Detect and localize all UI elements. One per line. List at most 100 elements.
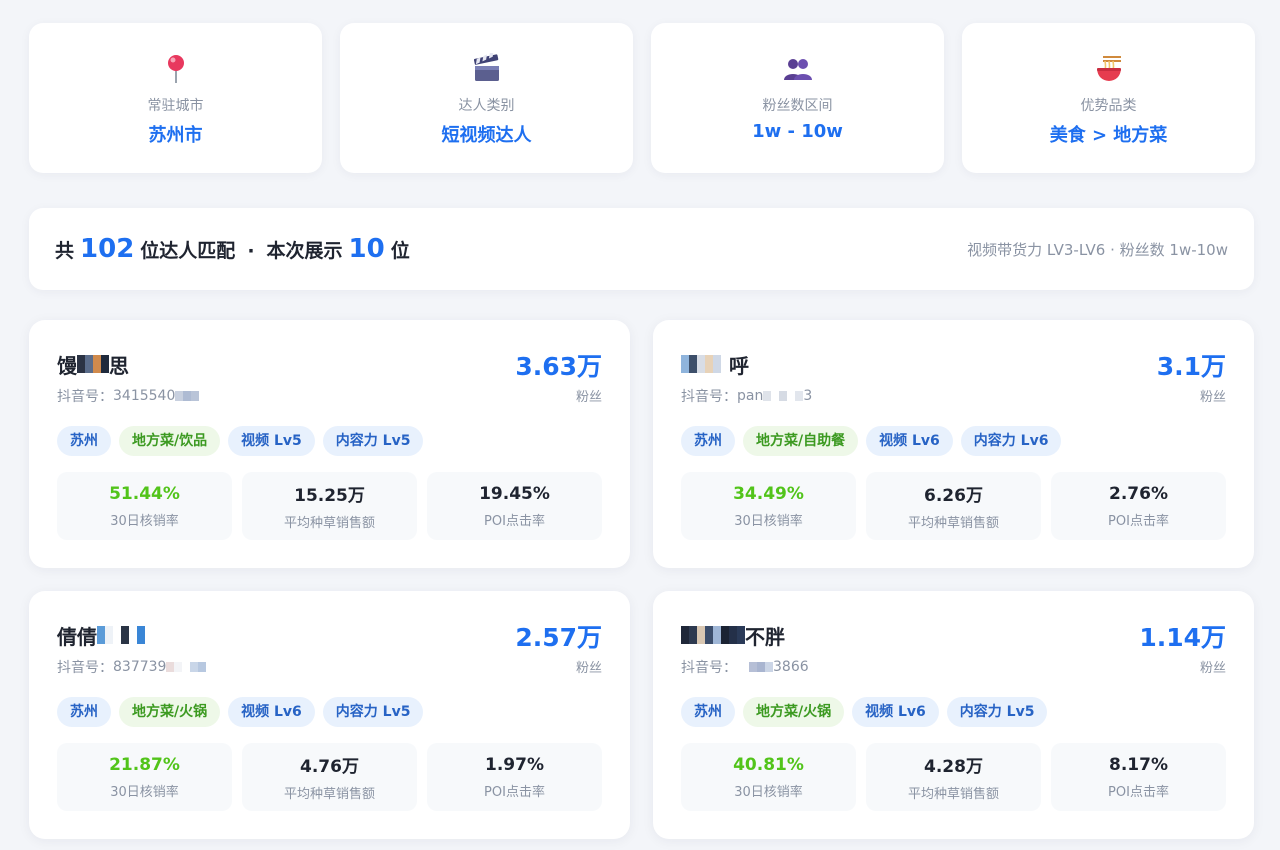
metric-value: 40.81% [733,754,804,775]
metric-list: 21.87% 30日核销率 4.76万 平均种草销售额 1.97% POI点击率 [57,743,602,811]
creator-card[interactable]: 呼 抖音号： pan 3 3.1万 粉丝 苏州 地方菜/自助餐 视频 Lv6 内… [653,320,1254,568]
fans-count: 1.14万 [1139,623,1226,652]
metric-value: 2.76% [1109,483,1168,504]
tag-video-level: 视频 Lv6 [852,697,939,727]
handle-label: 抖音号： [681,660,737,676]
metric-value: 51.44% [109,483,180,504]
clapperboard-icon [473,53,499,81]
metric-avg-sales: 15.25万 平均种草销售额 [242,472,417,540]
filter-label: 粉丝数区间 [762,98,833,114]
pushpin-icon [167,55,184,83]
tag-content-level: 内容力 Lv5 [322,697,424,727]
filter-card-fans-range: 粉丝数区间 1w - 10w [651,23,944,173]
tag-category: 地方菜/火锅 [119,697,221,727]
tag-video-level: 视频 Lv5 [228,426,315,456]
tag-category: 地方菜/火锅 [743,697,845,727]
tag-list: 苏州 地方菜/火锅 视频 Lv6 内容力 Lv5 [681,697,1048,727]
metric-label: POI点击率 [1108,784,1169,800]
creator-name: 不胖 [681,623,785,649]
tag-list: 苏州 地方菜/自助餐 视频 Lv6 内容力 Lv6 [681,426,1062,456]
filter-value: 美食 > 地方菜 [1049,125,1168,146]
metric-label: POI点击率 [484,784,545,800]
handle-mosaic [175,391,200,401]
metric-list: 34.49% 30日核销率 6.26万 平均种草销售额 2.76% POI点击率 [681,472,1226,540]
creator-name: 呼 [681,352,749,378]
metric-value: 19.45% [479,483,550,504]
metric-redemption-rate: 40.81% 30日核销率 [681,743,856,811]
total-match-count: 102 [80,234,135,264]
summary-dot: · [247,240,255,262]
metric-poi-ctr: 2.76% POI点击率 [1051,472,1226,540]
summary-suffix: 位 [390,240,410,262]
creator-card[interactable]: 馒 思 抖音号： 3415540 3.63万 粉丝 苏州 地方菜/饮品 视频 L… [29,320,630,568]
metric-label: 平均种草销售额 [907,516,999,531]
summary-prefix: 共 [55,240,75,262]
metric-value: 1.97% [485,754,544,775]
metric-redemption-rate: 51.44% 30日核销率 [57,472,232,540]
handle-mosaic [763,391,804,401]
metric-avg-sales: 4.28万 平均种草销售额 [866,743,1041,811]
tag-category: 地方菜/自助餐 [743,426,859,456]
metric-value: 21.87% [109,754,180,775]
creator-handle: 抖音号： pan 3 [681,386,812,406]
noodle-bowl-icon [1096,56,1121,81]
fans-count: 2.57万 [515,623,602,652]
metric-label: 30日核销率 [734,513,803,529]
tag-content-level: 内容力 Lv5 [322,426,424,456]
metric-poi-ctr: 1.97% POI点击率 [427,743,602,811]
metric-poi-ctr: 8.17% POI点击率 [1051,743,1226,811]
tag-list: 苏州 地方菜/火锅 视频 Lv6 内容力 Lv5 [57,697,424,727]
name-mosaic [681,626,745,644]
fans-label: 粉丝 [575,390,602,405]
metric-avg-sales: 6.26万 平均种草销售额 [866,472,1041,540]
summary-mid: 位达人匹配 [140,240,236,262]
creator-card[interactable]: 倩倩 抖音号： 837739 2.57万 粉丝 苏州 地方菜/火锅 视频 Lv6… [29,591,630,839]
fans-count: 3.1万 [1156,352,1226,381]
handle-value: pan [737,388,764,404]
creator-card[interactable]: 不胖 抖音号： 3866 1.14万 粉丝 苏州 地方菜/火锅 视频 Lv6 内… [653,591,1254,839]
metric-value: 15.25万 [294,486,365,506]
creator-name-end: 思 [109,353,129,378]
filter-card-city: 常驻城市 苏州市 [29,23,322,173]
tag-city: 苏州 [57,426,111,456]
metric-label: 平均种草销售额 [283,787,375,802]
fans-label: 粉丝 [575,661,602,676]
handle-tail: 3866 [773,659,809,675]
metric-redemption-rate: 21.87% 30日核销率 [57,743,232,811]
match-count-text: 共 102 位达人匹配 · 本次展示 10 位 [55,234,410,264]
tag-video-level: 视频 Lv6 [228,697,315,727]
metric-label: POI点击率 [1108,513,1169,529]
creator-name-end: 不胖 [745,624,785,649]
metric-value: 6.26万 [924,486,983,506]
metric-value: 4.76万 [300,757,359,777]
shown-count: 10 [348,234,385,264]
tag-content-level: 内容力 Lv5 [946,697,1048,727]
handle-label: 抖音号： [57,389,113,405]
tag-video-level: 视频 Lv6 [866,426,953,456]
handle-mosaic [166,662,207,672]
fans-label: 粉丝 [1199,390,1226,405]
tag-category: 地方菜/饮品 [119,426,221,456]
metric-label: 平均种草销售额 [283,516,375,531]
match-criteria: 视频带货力 LV3-LV6 · 粉丝数 1w-10w [967,240,1228,259]
tag-city: 苏州 [57,697,111,727]
creator-handle: 抖音号： 3415540 [57,386,200,406]
metric-poi-ctr: 19.45% POI点击率 [427,472,602,540]
tag-city: 苏州 [681,697,735,727]
people-icon [783,59,812,80]
filter-card-category: 达人类别 短视频达人 [340,23,633,173]
metric-redemption-rate: 34.49% 30日核销率 [681,472,856,540]
creator-name: 倩倩 [57,623,145,649]
filter-card-category-strength: 优势品类 美食 > 地方菜 [962,23,1255,173]
summary-shown-prefix: 本次展示 [266,240,343,262]
metric-label: 30日核销率 [110,513,179,529]
filter-summary-row: 常驻城市 苏州市 达人类别 短视频达人 粉丝数区间 1w - 10w 优势品类 … [29,23,1255,173]
handle-label: 抖音号： [57,660,113,676]
fans-count: 3.63万 [515,352,602,381]
filter-value: 短视频达人 [441,125,532,146]
metric-list: 51.44% 30日核销率 15.25万 平均种草销售额 19.45% POI点… [57,472,602,540]
name-mosaic [97,626,145,644]
fans-block: 3.1万 粉丝 [1157,352,1226,405]
filter-value: 苏州市 [148,125,203,146]
creator-name-end: 呼 [729,353,749,378]
